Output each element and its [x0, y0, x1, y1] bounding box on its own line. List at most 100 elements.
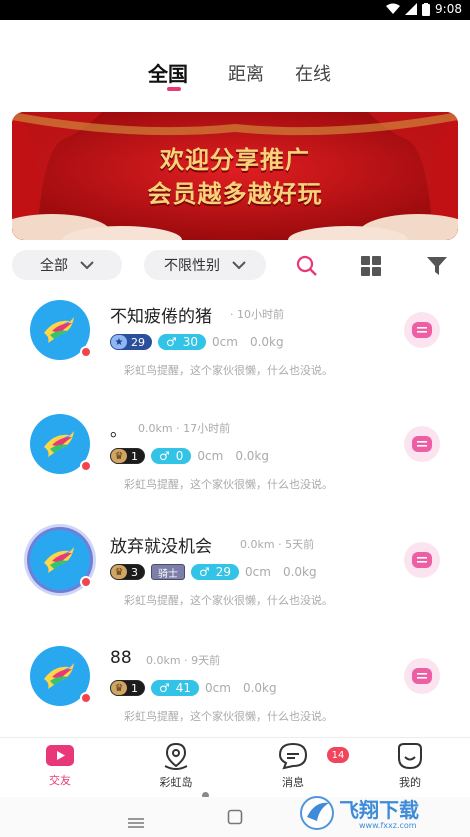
level-badge: ♛ 1	[110, 448, 145, 464]
tab-nationwide[interactable]: 全国	[148, 58, 188, 87]
region-dropdown-label: 全部	[40, 258, 68, 274]
user-bio: 彩虹鸟提醒，这个家伙很懒，什么也没说。	[124, 364, 333, 377]
tab-distance[interactable]: 距离	[228, 60, 264, 86]
gender-age-badge: ♂ 41	[151, 680, 200, 696]
gender-dropdown-label: 不限性别	[164, 258, 220, 274]
online-status-dot	[80, 346, 92, 358]
unread-count-badge: 14	[327, 747, 349, 763]
user-weight: 0.0kg	[242, 681, 277, 695]
avatar[interactable]	[30, 530, 92, 592]
user-weight: 0.0kg	[282, 565, 317, 579]
nav-profile[interactable]: 我的	[370, 742, 450, 790]
tab-online[interactable]: 在线	[295, 60, 331, 86]
status-bar: 9:08	[0, 0, 470, 20]
user-weight: 0.0kg	[249, 335, 284, 349]
chevron-down-icon	[232, 260, 246, 269]
list-item[interactable]: 不知疲倦的猪 · 10小时前 ★ 29 ♂ 30 0cm 0.0kg 彩虹鸟提醒，这…	[0, 290, 470, 406]
user-bio: 彩虹鸟提醒，这个家伙很懒，什么也没说。	[124, 594, 333, 607]
online-status-dot	[80, 576, 92, 588]
user-bio: 彩虹鸟提醒，这个家伙很懒，什么也没说。	[124, 478, 333, 491]
user-meta: 0.0km · 17小时前	[138, 422, 231, 435]
gender-value: 30	[182, 335, 199, 349]
nav-messages[interactable]: 消息	[253, 742, 333, 790]
user-meta: 0.0km · 5天前	[240, 538, 315, 551]
chevron-down-icon	[80, 260, 94, 269]
user-badges: ♛ 1 ♂ 0 0cm 0.0kg	[110, 448, 269, 464]
svg-text:www.fxxz.com: www.fxxz.com	[359, 821, 417, 830]
chat-icon	[412, 668, 432, 684]
hummingbird-logo-icon	[44, 431, 74, 457]
nav-rainbow-island[interactable]: 彩虹岛	[136, 742, 216, 790]
male-icon: ♂	[159, 449, 170, 463]
chat-button[interactable]	[404, 658, 440, 694]
user-name: 88	[110, 648, 132, 668]
banner-line-1: 欢迎分享推广	[160, 146, 310, 174]
level-badge: ♛ 1	[110, 680, 145, 696]
chat-icon	[412, 436, 432, 452]
gender-dropdown[interactable]: 不限性别	[144, 250, 266, 280]
level-value: 1	[131, 681, 138, 695]
search-button[interactable]	[294, 253, 320, 279]
title-badge: 骑士	[151, 564, 185, 580]
chat-button[interactable]	[404, 312, 440, 348]
avatar[interactable]	[30, 300, 92, 362]
male-icon: ♂	[199, 565, 210, 579]
chat-icon	[412, 322, 432, 338]
gender-value: 29	[215, 565, 232, 579]
nav-make-friends[interactable]: 交友	[20, 742, 100, 788]
user-meta: · 10小时前	[230, 308, 284, 321]
crown-icon: ★	[111, 335, 127, 349]
user-badges: ♛ 1 ♂ 41 0cm 0.0kg	[110, 680, 277, 696]
avatar[interactable]	[30, 646, 92, 708]
region-dropdown[interactable]: 全部	[12, 250, 122, 280]
watermark-logo: 飞翔下载 www.fxxz.com	[300, 796, 419, 830]
filter-icon	[427, 257, 447, 275]
nav-label: 我的	[399, 776, 421, 789]
hummingbird-logo-icon	[44, 317, 74, 343]
video-heart-icon	[46, 745, 74, 766]
user-height: 0cm	[212, 335, 238, 349]
user-name: 不知疲倦的猪	[110, 307, 212, 327]
map-pin-icon	[164, 742, 188, 770]
recent-apps-button[interactable]	[128, 813, 144, 832]
nav-label: 交友	[49, 774, 71, 787]
chat-button[interactable]	[404, 426, 440, 462]
list-item[interactable]: 88 0.0km · 9天前 ♛ 1 ♂ 41 0cm 0.0kg 彩虹鸟提醒，这个…	[0, 636, 470, 752]
level-value: 1	[131, 449, 138, 463]
male-icon: ♂	[166, 335, 177, 349]
promo-banner[interactable]: 欢迎分享推广 会员越多越好玩	[12, 112, 458, 240]
list-item[interactable]: 。 0.0km · 17小时前 ♛ 1 ♂ 0 0cm 0.0kg 彩虹鸟提醒，这个…	[0, 404, 470, 520]
user-name: 放弃就没机会	[110, 537, 212, 557]
user-height: 0cm	[245, 565, 271, 579]
top-tabs: 全国 距离 在线	[0, 58, 470, 98]
gender-value: 0	[175, 449, 184, 463]
level-badge: ♛ 3	[110, 564, 145, 580]
avatar[interactable]	[30, 414, 92, 476]
user-height: 0cm	[197, 449, 224, 463]
signal-icon	[405, 3, 418, 15]
hummingbird-logo-icon	[44, 663, 74, 689]
chat-button[interactable]	[404, 542, 440, 578]
online-status-dot	[80, 692, 92, 704]
filter-button[interactable]	[424, 253, 450, 279]
grid-icon	[361, 256, 381, 276]
gender-value: 41	[175, 681, 192, 695]
list-item[interactable]: 放弃就没机会 0.0km · 5天前 ♛ 3 骑士 ♂ 29 0cm 0.0kg 彩…	[0, 520, 470, 636]
user-height: 0cm	[205, 681, 231, 695]
crown-icon: ♛	[111, 681, 127, 695]
chat-icon	[412, 552, 432, 568]
chat-bubble-icon	[278, 742, 308, 770]
grid-view-button[interactable]	[358, 253, 384, 279]
status-time: 9:08	[435, 2, 462, 16]
filter-row: 全部 不限性别	[0, 250, 470, 282]
menu-lines-icon	[128, 818, 144, 828]
online-status-dot	[80, 460, 92, 472]
nav-label: 彩虹岛	[159, 776, 193, 789]
bottom-nav: 交友 彩虹岛 消息 14 我的	[0, 738, 470, 790]
smile-face-icon	[398, 743, 422, 770]
user-bio: 彩虹鸟提醒，这个家伙很懒，什么也没说。	[124, 710, 333, 723]
gender-age-badge: ♂ 30	[158, 334, 207, 350]
site-watermark: 飞翔下载 www.fxxz.com	[299, 795, 464, 831]
square-home-icon	[227, 809, 243, 825]
home-button[interactable]	[227, 809, 243, 829]
